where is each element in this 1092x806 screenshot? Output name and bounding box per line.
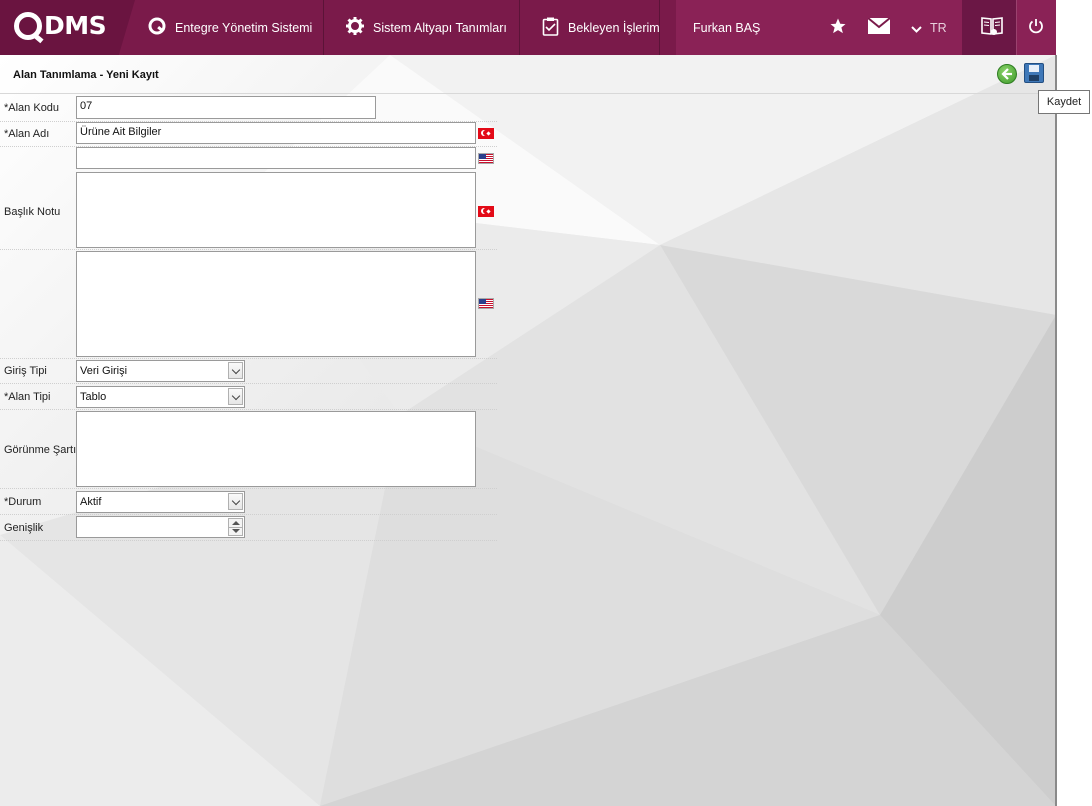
help-book-icon: [981, 15, 1003, 40]
giris-tipi-label: Giriş Tipi: [4, 365, 47, 377]
back-button[interactable]: [997, 64, 1017, 84]
star-icon: [829, 17, 847, 38]
row-divider: [0, 540, 497, 541]
durum-select[interactable]: Aktif: [76, 491, 245, 513]
row-divider: [0, 488, 497, 489]
us-flag-icon: [478, 298, 494, 309]
top-nav-bar: DMS Entegre Yönetim Sistemi Sistem Altya…: [0, 0, 1056, 55]
language-selector[interactable]: TR: [911, 0, 947, 55]
qdms-circle-icon: [148, 17, 166, 38]
alan-adi-en-input[interactable]: [76, 147, 476, 169]
gorunme-sarti-label: Görünme Şartı: [4, 444, 77, 456]
gorunme-sarti-textarea[interactable]: [76, 411, 476, 487]
baslik-notu-label: Başlık Notu: [4, 206, 61, 218]
save-button[interactable]: [1024, 63, 1044, 83]
baslik-notu-en-textarea[interactable]: [76, 251, 476, 357]
favorites-button[interactable]: [829, 0, 847, 55]
alan-adi-label: *Alan Adı: [4, 128, 50, 140]
row-divider: [0, 249, 497, 250]
chevron-down-icon: [228, 362, 243, 379]
mail-icon: [867, 17, 891, 37]
row-divider: [0, 383, 497, 384]
save-tooltip: Kaydet: [1038, 90, 1090, 114]
stepper-arrows-icon[interactable]: [228, 518, 243, 536]
help-button[interactable]: [981, 0, 1003, 55]
chevron-down-icon: [228, 388, 243, 405]
chevron-down-icon: [911, 24, 922, 36]
logo-q-icon: [14, 11, 42, 40]
nav-item-sistem[interactable]: Sistem Altyapı Tanımları: [346, 0, 507, 55]
clipboard-icon: [542, 17, 559, 39]
page-title: Alan Tanımlama - Yeni Kayıt: [13, 69, 159, 81]
window-edge: [1055, 55, 1057, 806]
qdms-logo: DMS: [14, 11, 107, 40]
nav-item-entegre[interactable]: Entegre Yönetim Sistemi: [148, 0, 312, 55]
logout-button[interactable]: [1028, 0, 1044, 55]
baslik-notu-tr-textarea[interactable]: [76, 172, 476, 248]
nav-separator: [519, 0, 520, 55]
alan-adi-tr-input[interactable]: Ürüne Ait Bilgiler: [76, 122, 476, 144]
giris-tipi-select[interactable]: Veri Girişi: [76, 360, 245, 382]
logo-area[interactable]: DMS: [0, 0, 135, 55]
row-divider: [0, 358, 497, 359]
chevron-down-icon: [228, 493, 243, 510]
arrow-left-icon: [1001, 68, 1012, 80]
us-flag-icon: [478, 153, 494, 164]
nav-separator: [659, 0, 660, 55]
alan-kodu-input[interactable]: 07: [76, 96, 376, 119]
power-icon: [1028, 18, 1044, 37]
nav-separator: [323, 0, 324, 55]
nav-item-bekleyen[interactable]: Bekleyen İşlerim: [542, 0, 660, 55]
user-name[interactable]: Furkan BAŞ: [693, 0, 760, 55]
alan-tipi-label: *Alan Tipi: [4, 391, 51, 403]
turkey-flag-icon: [478, 128, 494, 139]
durum-label: *Durum: [4, 496, 42, 508]
nav-separator: [1016, 0, 1017, 55]
alan-tipi-select[interactable]: Tablo: [76, 386, 245, 408]
row-divider: [0, 514, 497, 515]
genislik-label: Genişlik: [4, 522, 44, 534]
genislik-stepper[interactable]: [76, 516, 245, 538]
turkey-flag-icon: [478, 206, 494, 217]
alan-kodu-label: *Alan Kodu: [4, 102, 60, 114]
title-divider: [0, 93, 1046, 94]
messages-button[interactable]: [867, 0, 891, 55]
gear-icon: [346, 17, 364, 38]
row-divider: [0, 409, 497, 410]
content-area: Alan Tanımlama - Yeni Kayıt *Alan Kodu 0…: [0, 55, 1056, 806]
